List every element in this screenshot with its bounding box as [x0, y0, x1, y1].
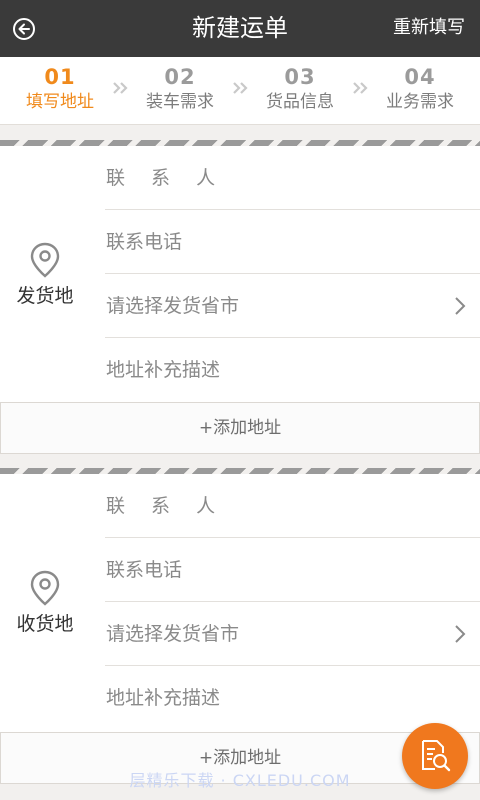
detail-placeholder: 地址补充描述	[106, 359, 221, 381]
step-1[interactable]: 01 填写地址	[10, 64, 110, 114]
receiver-card: 收货地 联 系 人 联系电话 请选择发货省市 地址补充描述	[0, 474, 480, 732]
receiver-label: 收货地	[16, 613, 74, 635]
region-placeholder: 请选择发货省市	[106, 623, 240, 645]
step-number: 02	[164, 65, 196, 89]
sender-region-select[interactable]: 请选择发货省市	[105, 274, 480, 338]
step-2[interactable]: 02 装车需求	[130, 64, 230, 114]
step-indicator: 01 填写地址 02 装车需求 03 货品信息 04 业务需求	[0, 57, 480, 125]
step-label: 填写地址	[26, 92, 94, 112]
order-search-fab[interactable]	[402, 723, 468, 789]
step-label: 货品信息	[266, 92, 334, 112]
sender-label: 发货地	[16, 285, 74, 307]
document-search-icon	[422, 740, 451, 772]
sender-card: 发货地 联 系 人 联系电话 请选择发货省市 地址补充描述	[0, 146, 480, 402]
double-chevron-icon	[353, 82, 368, 94]
sender-contact-field[interactable]: 联 系 人	[105, 146, 480, 210]
reset-button[interactable]: 重新填写	[393, 15, 465, 41]
location-pin-icon	[30, 570, 60, 606]
sender-side: 发货地	[0, 146, 90, 402]
chevron-right-icon	[455, 297, 466, 315]
double-chevron-icon	[233, 82, 248, 94]
phone-placeholder: 联系电话	[106, 231, 183, 253]
step-number: 03	[284, 65, 316, 89]
location-pin-icon	[30, 242, 60, 278]
receiver-region-select[interactable]: 请选择发货省市	[105, 602, 480, 666]
step-4[interactable]: 04 业务需求	[370, 64, 470, 114]
double-chevron-icon	[113, 82, 128, 94]
receiver-phone-field[interactable]: 联系电话	[105, 538, 480, 602]
step-number: 04	[404, 65, 436, 89]
receiver-side: 收货地	[0, 474, 90, 732]
phone-placeholder: 联系电话	[106, 559, 183, 581]
contact-placeholder: 联 系 人	[106, 495, 226, 517]
step-3[interactable]: 03 货品信息	[250, 64, 350, 114]
contact-placeholder: 联 系 人	[106, 167, 226, 189]
step-label: 业务需求	[386, 92, 454, 112]
step-number: 01	[44, 65, 76, 89]
sender-phone-field[interactable]: 联系电话	[105, 210, 480, 274]
sender-detail-field[interactable]: 地址补充描述	[105, 338, 480, 402]
region-placeholder: 请选择发货省市	[106, 295, 240, 317]
sender-add-address-button[interactable]: +添加地址	[0, 402, 480, 454]
receiver-detail-field[interactable]: 地址补充描述	[105, 666, 480, 730]
receiver-contact-field[interactable]: 联 系 人	[105, 474, 480, 538]
detail-placeholder: 地址补充描述	[106, 687, 221, 709]
top-bar: 新建运单 重新填写	[0, 0, 480, 57]
chevron-right-icon	[455, 625, 466, 643]
step-label: 装车需求	[146, 92, 214, 112]
